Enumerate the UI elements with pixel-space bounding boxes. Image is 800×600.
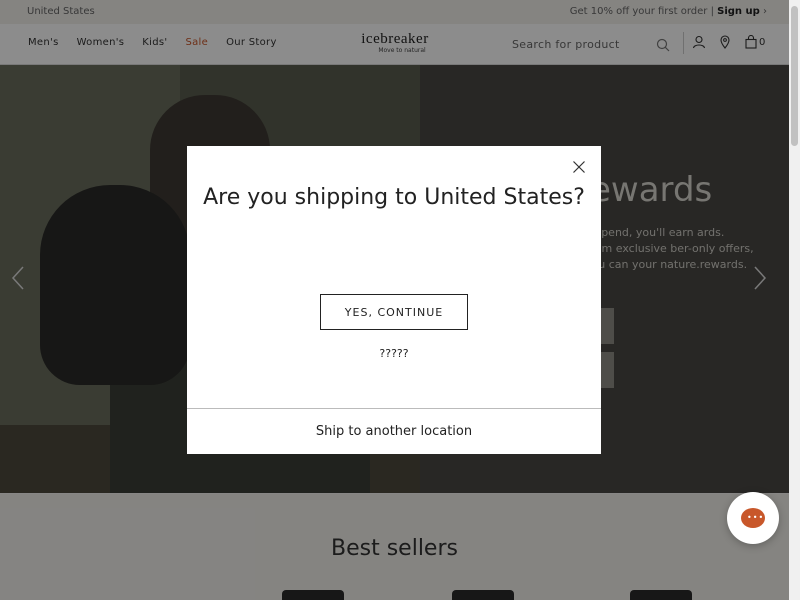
ship-to-another-location-button[interactable]: Ship to another location [187,409,601,454]
scrollbar[interactable] [789,0,800,600]
alternate-language-link[interactable]: ????? [187,347,601,360]
modal-question: Are you shipping to United States? [203,185,585,210]
shipping-location-modal: Are you shipping to United States? YES, … [187,146,601,454]
yes-continue-button[interactable]: YES, CONTINUE [320,294,468,330]
chat-button[interactable]: ••• [727,492,779,544]
scrollbar-thumb[interactable] [791,6,798,146]
close-icon[interactable] [572,160,586,174]
